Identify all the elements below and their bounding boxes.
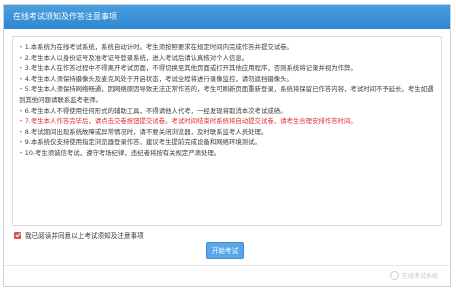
- footer-logo: 在线考试系统: [389, 271, 438, 280]
- notice-item-text: 7.考生本人作答完毕后，请点击交卷按钮提交试卷。考试时间结束时系统将自动提交试卷…: [24, 117, 357, 126]
- notice-item: • 1.本系统为在线考试系统，系统自动计时。考生须按照要求在规定时间内完成作答并提…: [19, 42, 435, 53]
- footer-logo-text: 在线考试系统: [401, 273, 438, 280]
- notice-item-text: 10.考生须诚信考试，遵守考场纪律，违纪者将按有关规定严肃处理。: [24, 148, 221, 157]
- notice-item: • 2.考生本人以身份证号及准考证号登录系统，进入考试后请认真核对个人信息。: [19, 53, 435, 64]
- notice-item: • 10.考生须诚信考试，遵守考场纪律，违纪者将按有关规定严肃处理。: [19, 148, 435, 159]
- notice-item-text: 8.考试期间出现系统故障或异常情况时，请不要关闭浏览器，及时联系监考人员处理。: [24, 127, 268, 136]
- bullet-icon: •: [19, 85, 23, 94]
- bullet-icon: •: [19, 117, 23, 126]
- bullet-icon: •: [19, 106, 23, 115]
- bullet-icon: •: [19, 127, 23, 136]
- notice-item-text: 9.本系统仅支持使用指定浏览器登录作答，建议考生提前完成设备和网络环境测试。: [24, 138, 261, 147]
- notice-content: • 1.本系统为在线考试系统，系统自动计时。考生须按照要求在规定时间内完成作答并提…: [12, 36, 442, 226]
- confirm-label: 我已阅读并同意以上考试须知及注意事项: [25, 232, 144, 240]
- divider: [4, 265, 450, 266]
- confirm-agreement[interactable]: 我已阅读并同意以上考试须知及注意事项: [14, 230, 144, 240]
- notice-item: • 6.考生本人不得使用任何形式的辅助工具，不得请他人代考，一经发现将取消本次考试…: [19, 106, 435, 117]
- bullet-icon: •: [19, 53, 23, 62]
- notice-item-text: 6.考生本人不得使用任何形式的辅助工具，不得请他人代考，一经发现将取消本次考试成…: [24, 106, 287, 115]
- notice-item-text: 2.考生本人以身份证号及准考证号登录系统，进入考试后请认真核对个人信息。: [24, 53, 249, 62]
- bullet-icon: •: [19, 148, 23, 157]
- checkbox-checked-icon[interactable]: [14, 231, 21, 239]
- notice-item-text: 1.本系统为在线考试系统，系统自动计时。考生须按照要求在规定时间内完成作答并提交…: [24, 43, 293, 51]
- notice-item: • 8.考试期间出现系统故障或异常情况时，请不要关闭浏览器，及时联系监考人员处理。: [19, 127, 435, 138]
- bullet-icon: •: [19, 43, 23, 51]
- bullet-icon: •: [19, 138, 23, 147]
- logo-icon: [389, 271, 399, 280]
- notice-item: • 5.考生本人须保持网络畅通，因网络原因导致无法正常作答的，考生可刷新页面重新登…: [19, 84, 435, 105]
- exam-notice-dialog: 在线考试须知及作答注意事项 • 1.本系统为在线考试系统，系统自动计时。考生须按照…: [3, 4, 451, 287]
- bullet-icon: •: [19, 64, 23, 73]
- notice-item: • 9.本系统仅支持使用指定浏览器登录作答，建议考生提前完成设备和网络环境测试。: [19, 137, 435, 148]
- notice-item-text: 5.考生本人须保持网络畅通，因网络原因导致无法正常作答的，考生可刷新页面重新登录…: [19, 85, 434, 104]
- dialog-title: 在线考试须知及作答注意事项: [4, 5, 450, 29]
- notice-item: • 4.考生本人须保持摄像头及麦克风处于开启状态，考试全程将进行录像监控，请勿遮挡…: [19, 74, 435, 85]
- notice-item: • 7.考生本人作答完毕后，请点击交卷按钮提交试卷。考试时间结束时系统将自动提交试…: [19, 116, 435, 127]
- notice-item-text: 3.考生本人在作答过程中不得离开考试页面，不得切换至其他页面或打开其他应用程序，…: [24, 64, 357, 73]
- bullet-icon: •: [19, 74, 23, 83]
- notice-item: • 3.考生本人在作答过程中不得离开考试页面，不得切换至其他页面或打开其他应用程序…: [19, 63, 435, 74]
- start-exam-button[interactable]: 开始考试: [206, 242, 244, 259]
- notice-item-text: 4.考生本人须保持摄像头及麦克风处于开启状态，考试全程将进行录像监控，请勿遮挡摄…: [24, 74, 293, 83]
